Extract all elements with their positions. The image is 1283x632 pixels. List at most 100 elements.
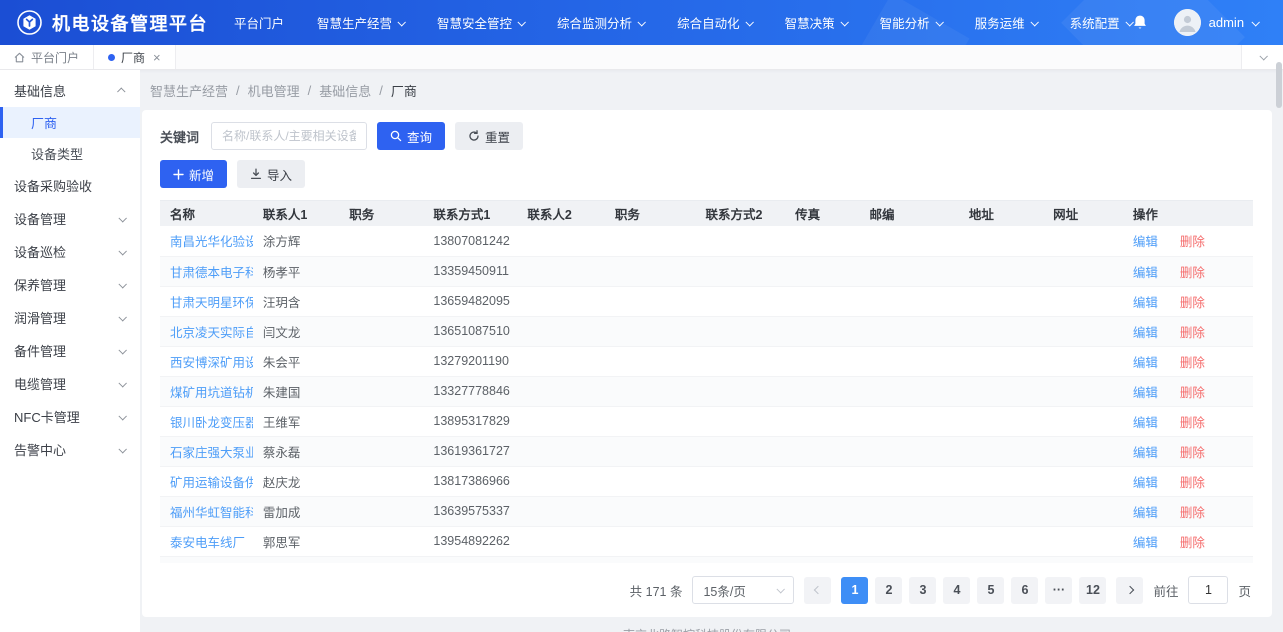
breadcrumb-current: 厂商: [391, 81, 417, 100]
vendor-name-link[interactable]: 石家庄强大泵业集…: [170, 446, 253, 460]
cell: [696, 256, 786, 286]
nav-item-4[interactable]: 综合自动化: [677, 13, 752, 32]
cell: 朱会平: [253, 346, 339, 376]
edit-link[interactable]: 编辑: [1133, 536, 1158, 550]
edit-link[interactable]: 编辑: [1133, 296, 1158, 310]
page-button-1[interactable]: 1: [841, 577, 868, 604]
tab-platform-portal[interactable]: 平台门户: [0, 45, 94, 69]
breadcrumb-item[interactable]: 基础信息: [319, 81, 371, 100]
edit-link[interactable]: 编辑: [1133, 446, 1158, 460]
edit-link[interactable]: 编辑: [1133, 235, 1158, 249]
vendor-name-link[interactable]: 矿用运输设备供应商: [170, 476, 253, 490]
cell: [959, 466, 1043, 496]
chevron-right-icon: [1126, 586, 1134, 594]
nav-item-6[interactable]: 智能分析: [880, 13, 942, 32]
query-button[interactable]: 查询: [377, 122, 445, 150]
vendor-name-link[interactable]: 西安博深矿用设备…: [170, 356, 253, 370]
page-button-12[interactable]: 12: [1079, 577, 1106, 604]
breadcrumb-item[interactable]: 机电管理: [248, 81, 300, 100]
sidebar-subitem-0-0[interactable]: 厂商: [0, 107, 140, 138]
import-button[interactable]: 导入: [237, 160, 305, 188]
delete-link[interactable]: 删除: [1180, 356, 1205, 370]
delete-link[interactable]: 删除: [1180, 416, 1205, 430]
vendor-name-link[interactable]: 南昌光华化验设备厂: [170, 235, 253, 249]
cell: [859, 226, 958, 256]
user-menu[interactable]: admin: [1174, 9, 1258, 36]
vendor-name-link[interactable]: 北京凌天实际自动…: [170, 326, 253, 340]
goto-page-input[interactable]: [1188, 576, 1228, 604]
sidebar-item-1[interactable]: 设备采购验收: [0, 169, 140, 202]
sidebar-item-7[interactable]: 电缆管理: [0, 367, 140, 400]
page-size-select[interactable]: 15条/页: [692, 576, 794, 604]
page-button-3[interactable]: 3: [909, 577, 936, 604]
add-button[interactable]: 新增: [160, 160, 227, 188]
table-row-8: 矿用运输设备供应商赵庆龙13817386966编辑删除: [160, 466, 1253, 496]
delete-link[interactable]: 删除: [1180, 386, 1205, 400]
sidebar-item-4[interactable]: 保养管理: [0, 268, 140, 301]
nav-item-0[interactable]: 平台门户: [234, 13, 284, 32]
cell: [339, 286, 423, 316]
chevron-down-icon: [1030, 18, 1038, 26]
cell: [517, 556, 604, 563]
edit-link[interactable]: 编辑: [1133, 476, 1158, 490]
nav-item-3[interactable]: 综合监测分析: [557, 13, 644, 32]
edit-link[interactable]: 编辑: [1133, 356, 1158, 370]
table-header-row: 名称联系人1职务联系方式1联系人2职务联系方式2传真邮编地址网址操作: [160, 201, 1253, 226]
page-button-5[interactable]: 5: [977, 577, 1004, 604]
delete-link[interactable]: 删除: [1180, 446, 1205, 460]
cell: [605, 406, 696, 436]
edit-link[interactable]: 编辑: [1133, 506, 1158, 520]
nav-item-1[interactable]: 智慧生产经营: [317, 13, 404, 32]
sidebar-item-0[interactable]: 基础信息: [0, 74, 140, 107]
cell-name: 北京凌天实际自动…: [160, 316, 253, 346]
delete-link[interactable]: 删除: [1180, 536, 1205, 550]
cell: [517, 226, 604, 256]
delete-link[interactable]: 删除: [1180, 266, 1205, 280]
sidebar-item-2[interactable]: 设备管理: [0, 202, 140, 235]
keyword-input[interactable]: [211, 122, 367, 150]
sidebar-item-3[interactable]: 设备巡检: [0, 235, 140, 268]
cell: [605, 466, 696, 496]
cell: 13895317829: [423, 406, 517, 436]
nav-item-7[interactable]: 服务运维: [975, 13, 1037, 32]
delete-link[interactable]: 删除: [1180, 296, 1205, 310]
edit-link[interactable]: 编辑: [1133, 266, 1158, 280]
close-icon[interactable]: ×: [153, 51, 161, 64]
vendor-name-link[interactable]: 泰安电车线厂: [170, 536, 245, 550]
vendor-name-link[interactable]: 福州华虹智能科技…: [170, 506, 253, 520]
edit-link[interactable]: 编辑: [1133, 386, 1158, 400]
page-button-4[interactable]: 4: [943, 577, 970, 604]
tab-label: 平台门户: [31, 49, 79, 66]
cell: [696, 436, 786, 466]
sidebar-item-8[interactable]: NFC卡管理: [0, 400, 140, 433]
page-button-6[interactable]: 6: [1011, 577, 1038, 604]
edit-link[interactable]: 编辑: [1133, 326, 1158, 340]
tab-vendor[interactable]: 厂商 ×: [94, 45, 176, 69]
page-ellipsis[interactable]: ···: [1045, 577, 1072, 604]
delete-link[interactable]: 删除: [1180, 326, 1205, 340]
next-page-button[interactable]: [1116, 577, 1143, 604]
vendor-name-link[interactable]: 甘肃德本电子科技…: [170, 266, 253, 280]
vendor-name-link[interactable]: 银川卧龙变压器有…: [170, 416, 253, 430]
sidebar-subitem-0-1[interactable]: 设备类型: [0, 138, 140, 169]
delete-link[interactable]: 删除: [1180, 235, 1205, 249]
sidebar-item-9[interactable]: 告警中心: [0, 433, 140, 466]
bell-icon[interactable]: [1132, 14, 1148, 31]
breadcrumb-item[interactable]: 智慧生产经营: [150, 81, 228, 100]
edit-link[interactable]: 编辑: [1133, 416, 1158, 430]
nav-item-5[interactable]: 智慧决策: [785, 13, 847, 32]
vendor-name-link[interactable]: 煤矿用坑道钻机系…: [170, 386, 253, 400]
sidebar-item-5[interactable]: 润滑管理: [0, 301, 140, 334]
prev-page-button[interactable]: [804, 577, 831, 604]
delete-link[interactable]: 删除: [1180, 476, 1205, 490]
sidebar-item-6[interactable]: 备件管理: [0, 334, 140, 367]
delete-link[interactable]: 删除: [1180, 506, 1205, 520]
scrollbar-thumb[interactable]: [1276, 62, 1282, 108]
page-button-2[interactable]: 2: [875, 577, 902, 604]
brand: 机电设备管理平台: [0, 9, 208, 36]
add-button-label: 新增: [189, 165, 214, 184]
nav-item-8[interactable]: 系统配置: [1070, 13, 1132, 32]
reset-button[interactable]: 重置: [455, 122, 523, 150]
vendor-name-link[interactable]: 甘肃天明星环保有…: [170, 296, 253, 310]
nav-item-2[interactable]: 智慧安全管控: [437, 13, 524, 32]
